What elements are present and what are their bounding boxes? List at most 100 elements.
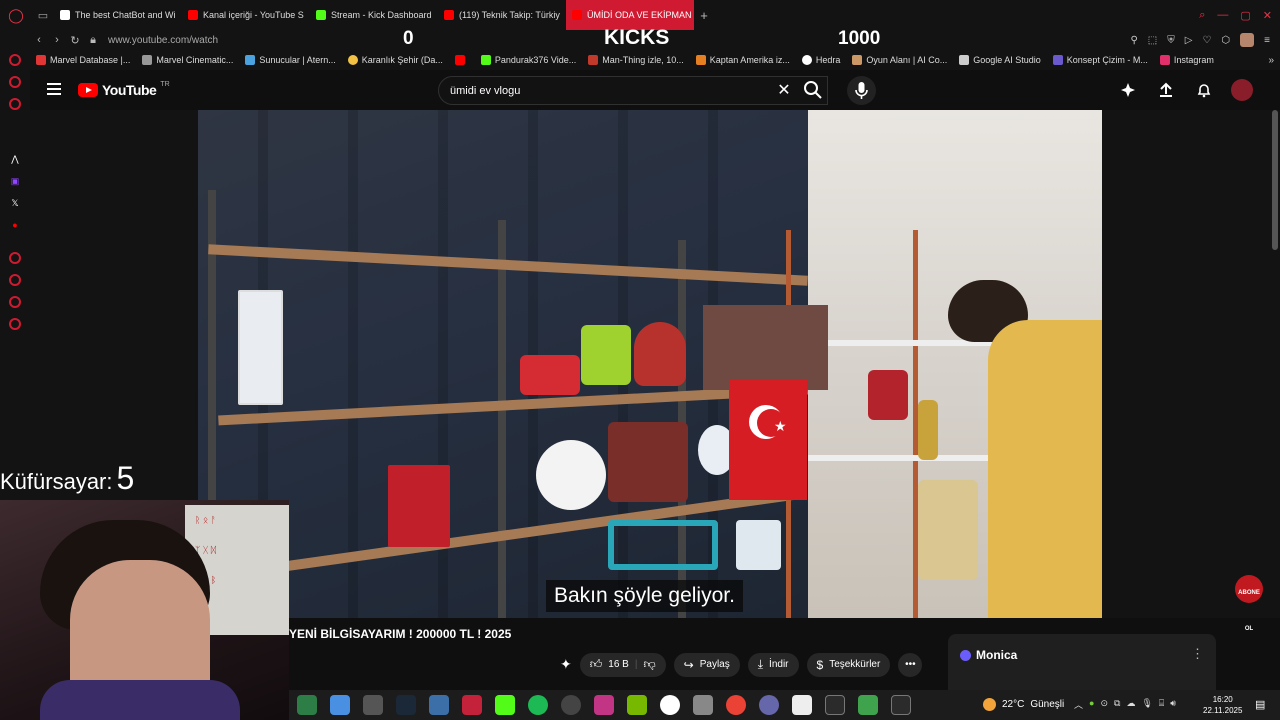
kick-icon[interactable] [495, 695, 515, 715]
sidebar-youtube-icon[interactable]: ● [10, 220, 20, 230]
search-input[interactable]: ümidi ev vlogu [438, 76, 828, 105]
editor-icon[interactable] [891, 695, 911, 715]
tab-chatbot[interactable]: The best ChatBot and Wi [54, 0, 182, 30]
subscribe-badge[interactable]: ABONE OL [1235, 575, 1263, 632]
nvidia-icon[interactable] [627, 695, 647, 715]
sidebar-history-icon[interactable] [9, 274, 21, 286]
bookmark-item[interactable]: Marvel Database |... [30, 55, 136, 65]
volume-icon[interactable]: 🔊︎ [1170, 698, 1176, 711]
chat-icon[interactable] [363, 695, 383, 715]
thumbs-down-icon[interactable]: 👎︎ [643, 657, 655, 672]
tab-teknik-takip[interactable]: (119) Teknik Takip: Türkiy [438, 0, 566, 30]
app-icon[interactable] [660, 695, 680, 715]
easy-setup-icon[interactable]: ≡ [1264, 35, 1270, 46]
bluetooth-app-icon[interactable] [759, 695, 779, 715]
bookmark-item[interactable]: Hedra [796, 55, 847, 65]
sidebar-messenger-icon[interactable] [9, 98, 21, 110]
thanks-button[interactable]: $ Teşekkürler [806, 652, 891, 677]
network-icon[interactable]: ⌸ [1159, 698, 1164, 711]
sidebar-settings-icon[interactable] [9, 318, 21, 330]
chrome-icon[interactable] [726, 695, 746, 715]
pin-icon[interactable]: ⚲ [1130, 35, 1137, 46]
bookmark-item[interactable]: Karanlık Şehir (Da... [342, 55, 449, 65]
steam-icon[interactable] [396, 695, 416, 715]
bookmark-item[interactable]: Kaptan Amerika iz... [690, 55, 796, 65]
menu-icon[interactable] [47, 83, 61, 95]
extensions-icon[interactable]: ⬡ [1221, 35, 1230, 46]
create-ai-button[interactable] [1117, 79, 1139, 101]
youtube-logo[interactable]: YouTube TR [78, 81, 170, 98]
microphone-tray-icon[interactable]: 🎙︎ [1141, 698, 1152, 711]
sidebar-chat-icon[interactable] [9, 76, 21, 88]
sidebar-player-icon[interactable] [9, 252, 21, 264]
tab-youtube-studio[interactable]: Kanal içeriği - YouTube S [182, 0, 310, 30]
clock[interactable]: 16:20 22.11.2025 [1203, 694, 1242, 716]
forward-icon[interactable]: › [48, 34, 66, 46]
share-button[interactable]: ↪ Paylaş [673, 652, 740, 677]
page-scrollbar[interactable] [1272, 110, 1278, 250]
davinci-icon[interactable] [792, 695, 812, 715]
video-frame[interactable]: ★ Bakın şöyle geliyor. [198, 110, 1102, 618]
instagram-icon[interactable] [594, 695, 614, 715]
bookmark-item[interactable]: Instagram [1154, 55, 1220, 65]
search-button[interactable] [803, 80, 827, 100]
sidebar-extensions-icon[interactable] [9, 296, 21, 308]
obs-icon[interactable] [561, 695, 581, 715]
ai-sparkle-icon[interactable]: ✦ [560, 656, 572, 673]
bookmark-item[interactable]: Man-Thing izle, 10... [582, 55, 690, 65]
upload-button[interactable] [1155, 79, 1177, 101]
bookmark-item[interactable]: Marvel Cinematic... [136, 55, 239, 65]
tray-app-icon[interactable]: ⊙ [1100, 698, 1108, 711]
notifications-icon[interactable]: ▤ [1255, 698, 1265, 711]
snapshot-icon[interactable]: ⬚ [1148, 35, 1157, 46]
notifications-button[interactable] [1193, 79, 1215, 101]
search-icon[interactable]: ⌕ [1199, 9, 1205, 22]
sidebar-aria-icon[interactable] [9, 54, 21, 66]
store-icon[interactable] [297, 695, 317, 715]
sidebar-x-icon[interactable]: 𝕏 [10, 198, 20, 208]
sidebar-kick-icon[interactable]: ⋀ [10, 154, 20, 164]
monica-menu-icon[interactable]: ⋮ [1191, 646, 1204, 662]
cloud-icon[interactable]: ☁ [1126, 698, 1135, 711]
more-bookmarks-icon[interactable]: » [1268, 55, 1274, 66]
download-button[interactable]: ⤓ İndir [747, 652, 799, 677]
clear-search-icon[interactable]: ✕ [774, 80, 794, 100]
more-icon: ••• [905, 659, 916, 670]
heart-icon[interactable]: ♡ [1202, 35, 1211, 46]
tab-kick-dashboard[interactable]: Stream - Kick Dashboard [310, 0, 438, 30]
bookmark-item[interactable] [449, 55, 475, 65]
voice-search-button[interactable] [847, 76, 876, 105]
chevron-up-icon[interactable]: ︿ [1074, 698, 1083, 711]
tray-app-icon[interactable]: ● [1089, 698, 1094, 711]
sidebar-twitch-icon[interactable]: ▣ [10, 176, 20, 186]
minimize-icon[interactable]: — [1217, 9, 1228, 21]
shield-icon[interactable]: ⛨ [1167, 35, 1175, 46]
tab-overview-icon[interactable]: ▭ [32, 0, 54, 30]
like-button[interactable]: 👍︎ 16 B | 👎︎ [579, 652, 666, 677]
bookmark-item[interactable]: Sunucular | Atern... [239, 55, 341, 65]
opera-logo-icon[interactable]: ◯ [0, 0, 32, 30]
maximize-icon[interactable]: ▢ [1240, 9, 1250, 22]
account-avatar[interactable] [1231, 79, 1253, 101]
profile-avatar[interactable] [1240, 33, 1255, 47]
bookmark-item[interactable]: Konsept Çizim - M... [1047, 55, 1154, 65]
bookmark-item[interactable]: Pandurak376 Vide... [475, 55, 582, 65]
close-icon[interactable]: ✕ [1263, 9, 1272, 22]
capcut-icon[interactable] [825, 695, 845, 715]
bookmark-item[interactable]: Oyun Alanı | AI Co... [846, 55, 953, 65]
reload-icon[interactable]: ↻ [66, 34, 84, 47]
spotify-icon[interactable] [528, 695, 548, 715]
minecraft-icon[interactable] [858, 695, 878, 715]
weather-widget[interactable]: 22°C Güneşli [983, 698, 1064, 711]
more-actions-button[interactable]: ••• [898, 652, 923, 677]
play-icon[interactable]: ▷ [1185, 35, 1193, 46]
usb-icon[interactable] [693, 695, 713, 715]
files-icon[interactable] [429, 695, 449, 715]
new-tab-button[interactable]: + [694, 0, 714, 30]
bookmark-item[interactable]: Google AI Studio [953, 55, 1047, 65]
back-icon[interactable]: ‹ [30, 34, 48, 46]
url-field[interactable]: www.youtube.com/watch [108, 35, 218, 46]
explorer-icon[interactable] [330, 695, 350, 715]
opera-icon[interactable] [462, 695, 482, 715]
tray-app-icon[interactable]: ⧉ [1114, 698, 1120, 711]
